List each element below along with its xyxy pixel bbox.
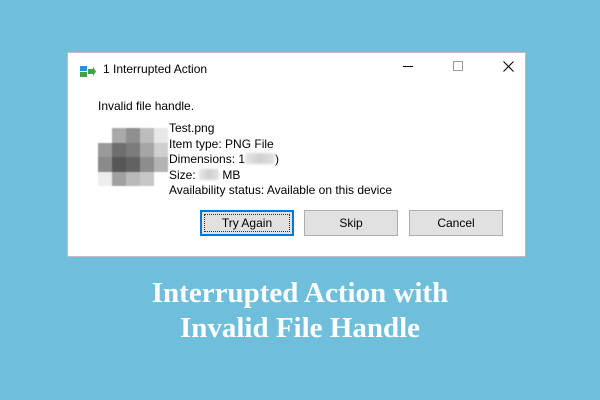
file-name: Test.png <box>169 121 215 135</box>
focus-ring <box>204 214 290 232</box>
close-icon <box>502 59 514 77</box>
file-size: Size: MB <box>169 168 392 184</box>
move-copy-icon <box>80 65 96 77</box>
dialog-titlebar[interactable]: 1 Interrupted Action <box>68 53 525 87</box>
file-availability: Availability status: Available on this d… <box>169 183 393 197</box>
caption-line-2: Invalid File Handle <box>179 312 421 344</box>
maximize-icon <box>452 59 464 77</box>
file-item-type: Item type: PNG File <box>169 136 274 151</box>
redacted-size <box>199 168 220 180</box>
minimize-icon <box>402 59 414 77</box>
skip-label: Skip <box>339 216 363 230</box>
caption-line-1: Interrupted Action with <box>151 277 449 309</box>
dimensions-label: Dimensions: 1 <box>169 152 246 166</box>
redacted-dimensions <box>245 153 276 164</box>
try-again-button[interactable]: Try Again <box>200 210 294 236</box>
maximize-button[interactable] <box>436 53 480 83</box>
cancel-button[interactable]: Cancel <box>409 210 503 236</box>
file-dimensions: Dimensions: 1) <box>169 152 392 168</box>
minimize-button[interactable] <box>386 53 430 83</box>
file-thumbnail <box>98 128 168 186</box>
file-details: Test.png Item type: PNG File Dimensions:… <box>169 121 392 199</box>
close-button[interactable] <box>486 53 530 83</box>
dialog-title: 1 Interrupted Action <box>103 62 208 76</box>
skip-button[interactable]: Skip <box>304 210 398 236</box>
error-message: Invalid file handle. <box>98 99 195 113</box>
size-unit: MB <box>219 167 241 182</box>
size-label: Size: <box>169 167 200 182</box>
cancel-label: Cancel <box>437 216 475 230</box>
dimensions-tail: ) <box>275 152 280 166</box>
interrupted-action-dialog: 1 Interrupted Action Invalid file handle… <box>67 52 526 257</box>
